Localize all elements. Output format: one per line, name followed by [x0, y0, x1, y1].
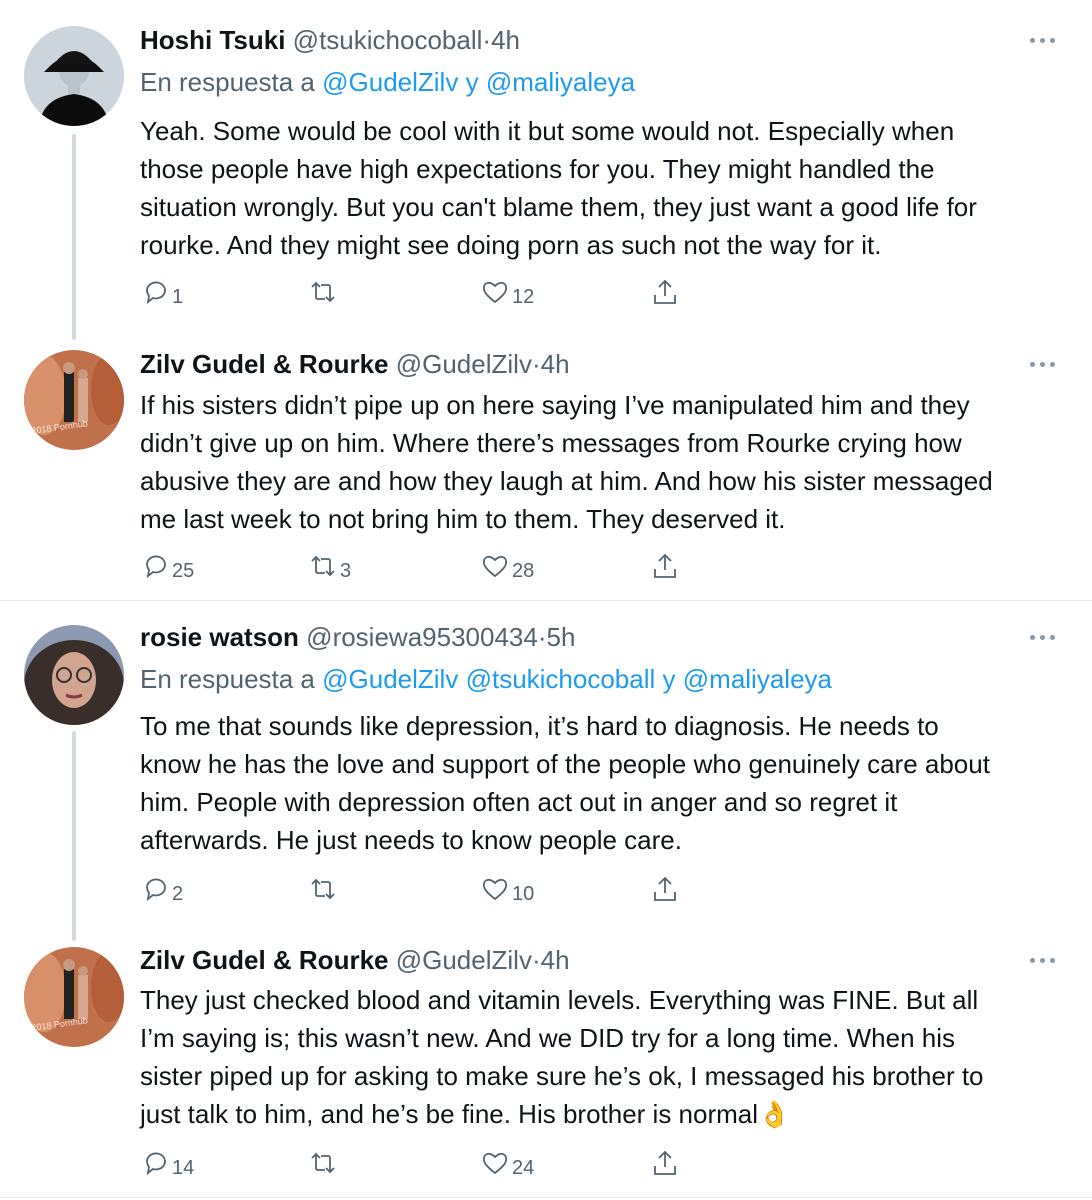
retweet-icon: [311, 1152, 335, 1174]
reply-button[interactable]: 25: [140, 548, 194, 584]
reply-count: 25: [172, 559, 195, 582]
reply-count: 1: [172, 285, 184, 308]
more-icon[interactable]: [1030, 360, 1056, 368]
reply-joiner: y: [465, 67, 479, 97]
retweet-button[interactable]: [308, 274, 340, 310]
retweet-count: 3: [340, 559, 352, 582]
ok-hand-emoji: 👌: [758, 1099, 791, 1129]
like-count: 28: [512, 559, 535, 582]
display-name[interactable]: Zilv Gudel & Rourke: [140, 349, 389, 379]
like-button[interactable]: 28: [480, 548, 534, 584]
reply-icon: [146, 281, 166, 305]
separator: ·: [531, 349, 541, 379]
reply-count: 14: [172, 1156, 195, 1179]
mention-link[interactable]: @maliyaleya: [486, 67, 635, 97]
user-handle[interactable]: @tsukichocoball: [293, 25, 483, 55]
reply-prefix: En respuesta a: [140, 67, 315, 97]
more-icon[interactable]: [1030, 956, 1056, 964]
timestamp[interactable]: 4h: [541, 349, 570, 379]
separator: ·: [537, 622, 547, 652]
retweet-button[interactable]: [308, 871, 340, 907]
tweet-text-body: They just checked blood and vitamin leve…: [140, 985, 984, 1129]
divider: [0, 1197, 1092, 1198]
display-name[interactable]: Zilv Gudel & Rourke: [140, 945, 389, 975]
retweet-button[interactable]: [308, 1145, 340, 1181]
like-button[interactable]: 10: [480, 871, 534, 907]
retweet-icon: [311, 281, 335, 303]
separator: ·: [531, 945, 541, 975]
user-handle[interactable]: @GudelZilv: [396, 945, 532, 975]
share-icon: [654, 876, 676, 901]
reply-context: En respuesta a @GudelZilv y @maliyaleya: [140, 64, 635, 100]
mention-link[interactable]: @tsukichocoball: [466, 664, 656, 694]
thread-line: [72, 134, 76, 340]
share-button[interactable]: [650, 548, 680, 584]
share-icon: [654, 1150, 676, 1175]
tweet-text: Yeah. Some would be cool with it but som…: [140, 116, 977, 260]
more-icon[interactable]: [1030, 36, 1056, 44]
reply-icon: [146, 878, 166, 902]
share-button[interactable]: [650, 871, 680, 907]
avatar[interactable]: 2018 Pornhub: [24, 350, 124, 450]
timestamp[interactable]: 5h: [547, 622, 576, 652]
separator: ·: [482, 25, 492, 55]
reply-count: 2: [172, 882, 184, 905]
retweet-icon: [311, 555, 335, 577]
reply-button[interactable]: 1: [140, 274, 183, 310]
reply-joiner: y: [662, 664, 676, 694]
tweet-text: To me that sounds like depression, it’s …: [140, 711, 990, 855]
tweet-1[interactable]: Hoshi Tsuki @tsukichocoball·4h En respue…: [0, 0, 1092, 340]
like-icon: [482, 1152, 508, 1175]
tweet-header: Zilv Gudel & Rourke @GudelZilv·4h: [140, 940, 570, 980]
reply-button[interactable]: 2: [140, 871, 183, 907]
thread-line: [72, 731, 76, 941]
display-name[interactable]: rosie watson: [140, 622, 299, 652]
action-bar: 1 12: [140, 274, 700, 310]
tweet-4[interactable]: 2018 Pornhub Zilv Gudel & Rourke @GudelZ…: [0, 931, 1092, 1200]
reply-icon: [146, 1152, 166, 1176]
like-button[interactable]: 12: [480, 274, 534, 310]
avatar[interactable]: 2018 Pornhub: [24, 947, 124, 1047]
tweet-header: rosie watson @rosiewa95300434·5h: [140, 617, 575, 657]
display-name[interactable]: Hoshi Tsuki: [140, 25, 285, 55]
mention-link[interactable]: @GudelZilv: [322, 67, 458, 97]
timestamp[interactable]: 4h: [491, 25, 520, 55]
retweet-button[interactable]: 3: [308, 548, 351, 584]
reply-button[interactable]: 14: [140, 1145, 194, 1181]
user-handle[interactable]: @rosiewa95300434: [306, 622, 538, 652]
user-handle[interactable]: @GudelZilv: [396, 349, 532, 379]
tweet-header: Hoshi Tsuki @tsukichocoball·4h: [140, 20, 520, 60]
retweet-icon: [311, 878, 335, 900]
tweet-header: Zilv Gudel & Rourke @GudelZilv·4h: [140, 344, 570, 384]
reply-context: En respuesta a @GudelZilv @tsukichocobal…: [140, 661, 832, 697]
like-button[interactable]: 24: [480, 1145, 534, 1181]
tweet-text: If his sisters didn’t pipe up on here sa…: [140, 390, 993, 534]
share-icon: [654, 279, 676, 304]
share-icon: [654, 553, 676, 578]
reply-prefix: En respuesta a: [140, 664, 315, 694]
action-bar: 25 3 28: [140, 548, 700, 584]
avatar[interactable]: [24, 625, 124, 725]
share-button[interactable]: [650, 1145, 680, 1181]
action-bar: 2 10: [140, 871, 700, 907]
like-count: 10: [512, 882, 535, 905]
tweet-2[interactable]: 2018 Pornhub Zilv Gudel & Rourke @GudelZ…: [0, 330, 1092, 600]
timestamp[interactable]: 4h: [541, 945, 570, 975]
avatar[interactable]: [24, 26, 124, 126]
share-button[interactable]: [650, 274, 680, 310]
more-icon[interactable]: [1030, 633, 1056, 641]
like-icon: [482, 878, 508, 901]
action-bar: 14 24: [140, 1145, 700, 1181]
like-icon: [482, 281, 508, 304]
like-count: 24: [512, 1156, 535, 1179]
mention-link[interactable]: @maliyaleya: [683, 664, 832, 694]
mention-link[interactable]: @GudelZilv: [322, 664, 458, 694]
reply-icon: [146, 555, 166, 579]
like-count: 12: [512, 285, 535, 308]
tweet-text: They just checked blood and vitamin leve…: [140, 981, 1070, 1133]
like-icon: [482, 555, 508, 578]
tweet-3[interactable]: rosie watson @rosiewa95300434·5h En resp…: [0, 601, 1092, 941]
